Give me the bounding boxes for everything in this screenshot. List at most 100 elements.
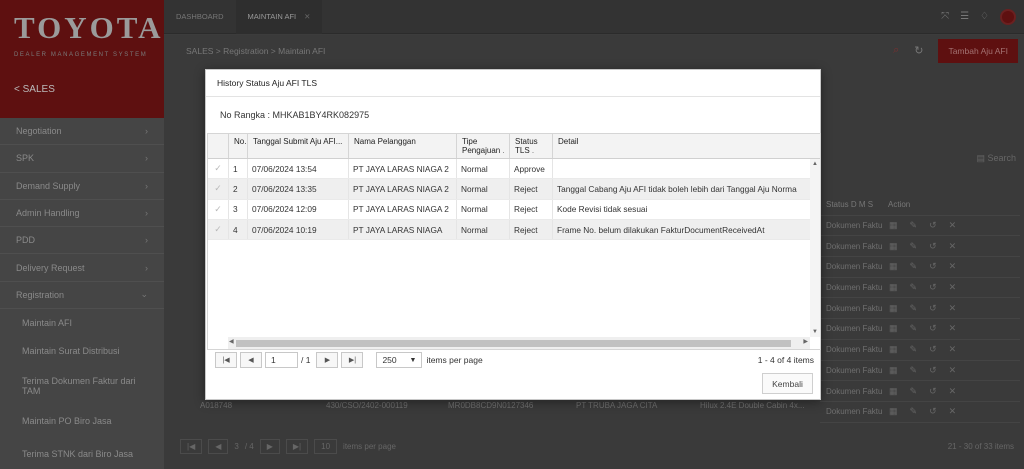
history-icon[interactable]: ↺	[929, 406, 937, 417]
sidebar-subitem-po-biro-jasa[interactable]: Maintain PO Biro Jasa	[0, 406, 164, 436]
tab-dashboard[interactable]: DASHBOARD	[164, 0, 236, 34]
calendar-icon[interactable]: ▦	[889, 220, 898, 231]
calendar-icon[interactable]: ▦	[889, 323, 898, 334]
bg-page-size[interactable]: 10	[314, 438, 338, 454]
sidebar-item-demand-supply[interactable]: Demand Supply ›	[0, 173, 164, 200]
history-icon[interactable]: ↺	[929, 261, 937, 272]
table-row[interactable]: ✓ 1 07/06/2024 13:54 PT JAYA LARAS NIAGA 2N…	[208, 159, 820, 180]
history-icon[interactable]: ↺	[929, 323, 937, 334]
edit-icon[interactable]: ✎	[910, 386, 918, 397]
table-row[interactable]: ✓ 2 07/06/2024 13:35 PT JAYA LARAS NIAGA 2N…	[208, 179, 820, 200]
menu-icon[interactable]: ☰	[960, 11, 969, 22]
scroll-left-icon[interactable]: ◀	[229, 338, 234, 345]
delete-icon[interactable]: ✕	[949, 261, 957, 272]
sidebar-item-negotiation[interactable]: Negotiation ›	[0, 118, 164, 146]
history-icon[interactable]: ↺	[929, 365, 937, 376]
row-check-icon[interactable]: ✓	[208, 159, 229, 179]
calendar-icon[interactable]: ▦	[889, 406, 898, 417]
delete-icon[interactable]: ✕	[949, 303, 957, 314]
page-number-input[interactable]: 1	[265, 352, 298, 368]
history-icon[interactable]: ↺	[929, 241, 937, 252]
last-page-button[interactable]: ▶|	[285, 438, 309, 454]
table-row[interactable]: ✓ 3 07/06/2024 12:09 PT JAYA LARAS NIAGA 2N…	[208, 199, 820, 220]
vertical-scrollbar[interactable]: ▲ ▼	[810, 159, 820, 337]
delete-icon[interactable]: ✕	[949, 282, 957, 293]
column-header-tipe[interactable]: Tipe Pengajuan .	[457, 134, 510, 158]
scroll-up-icon[interactable]: ▲	[812, 161, 818, 167]
row-check-icon[interactable]: ✓	[208, 179, 229, 199]
sidebar-subitem-terima-dokumen[interactable]: Terima Dokumen Faktur dari TAM	[0, 366, 164, 406]
sidebar-item-registration[interactable]: Registration ⌄	[0, 282, 164, 310]
add-aju-afi-button[interactable]: Tambah Aju AFI	[938, 38, 1018, 63]
calendar-icon[interactable]: ▦	[889, 303, 898, 314]
kembali-button[interactable]: Kembali	[762, 373, 813, 394]
calendar-icon[interactable]: ▦	[889, 261, 898, 272]
fullscreen-icon[interactable]: ⤧	[941, 11, 949, 22]
horizontal-scrollbar[interactable]: ◀ ▶	[228, 337, 810, 349]
column-header-tanggal[interactable]: Tanggal Submit Aju AFI...	[248, 134, 349, 158]
calendar-icon[interactable]: ▦	[889, 344, 898, 355]
column-header-detail[interactable]: Detail	[553, 134, 807, 158]
sidebar-item-pdd[interactable]: PDD ›	[0, 227, 164, 255]
column-header-nama[interactable]: Nama Pelanggan	[349, 134, 457, 158]
prev-page-button[interactable]: ◀	[240, 352, 262, 368]
history-icon[interactable]: ↺	[929, 386, 937, 397]
delete-icon[interactable]: ✕	[949, 323, 957, 334]
calendar-icon[interactable]: ▦	[889, 241, 898, 252]
sidebar-item-admin-handling[interactable]: Admin Handling ›	[0, 200, 164, 228]
column-header-no[interactable]: No.	[229, 134, 248, 158]
next-page-button[interactable]: ▶	[316, 352, 339, 368]
row-check-icon[interactable]: ✓	[208, 219, 229, 240]
page-size-select[interactable]: 250 ▼	[376, 352, 423, 368]
tab-maintain-afi[interactable]: MAINTAIN AFI ✕	[235, 0, 323, 34]
scroll-right-icon[interactable]: ▶	[803, 338, 808, 345]
delete-icon[interactable]: ✕	[949, 406, 957, 417]
last-page-button[interactable]: ▶|	[341, 352, 364, 368]
edit-icon[interactable]: ✎	[910, 406, 918, 417]
first-page-button[interactable]: |◀	[215, 352, 237, 368]
sidebar-subitem-terima-stnk[interactable]: Terima STNK dari Biro Jasa	[0, 436, 164, 469]
calendar-icon[interactable]: ▦	[889, 386, 898, 397]
select-all-header[interactable]	[208, 134, 229, 158]
delete-icon[interactable]: ✕	[949, 220, 957, 231]
delete-icon[interactable]: ✕	[949, 344, 957, 355]
edit-icon[interactable]: ✎	[910, 241, 918, 252]
search-button[interactable]: ▤ Search	[976, 153, 1016, 164]
edit-icon[interactable]: ✎	[910, 282, 918, 293]
prev-page-button[interactable]: ◀	[208, 438, 229, 454]
row-check-icon[interactable]: ✓	[208, 199, 229, 219]
history-icon[interactable]: ↺	[929, 220, 937, 231]
table-row[interactable]: ✓ 4 07/06/2024 10:19 PT JAYA LARAS NIAGA Nor…	[208, 219, 820, 241]
history-icon[interactable]: ↺	[929, 282, 937, 293]
cell-tanggal: 07/06/2024 13:35	[248, 179, 349, 199]
search-icon[interactable]: ⌕	[893, 44, 899, 57]
scroll-down-icon[interactable]: ▼	[812, 329, 818, 335]
delete-icon[interactable]: ✕	[949, 241, 957, 252]
calendar-icon[interactable]: ▦	[889, 365, 898, 376]
sidebar-subitem-maintain-afi[interactable]: Maintain AFI	[0, 309, 164, 336]
delete-icon[interactable]: ✕	[949, 386, 957, 397]
delete-icon[interactable]: ✕	[949, 365, 957, 376]
sidebar-item-delivery-request[interactable]: Delivery Request ›	[0, 254, 164, 282]
history-icon[interactable]: ↺	[929, 344, 937, 355]
bg-page-number[interactable]: 3	[234, 442, 238, 451]
avatar[interactable]	[1000, 8, 1016, 25]
edit-icon[interactable]: ✎	[910, 344, 918, 355]
edit-icon[interactable]: ✎	[910, 261, 918, 272]
edit-icon[interactable]: ✎	[910, 303, 918, 314]
sidebar-subitem-surat-distribusi[interactable]: Maintain Surat Distribusi	[0, 336, 164, 366]
scroll-thumb[interactable]	[236, 340, 791, 347]
edit-icon[interactable]: ✎	[910, 365, 918, 376]
edit-icon[interactable]: ✎	[910, 323, 918, 334]
next-page-button[interactable]: ▶	[259, 438, 280, 454]
sidebar-section-sales[interactable]: < SALES	[14, 84, 150, 95]
calendar-icon[interactable]: ▦	[889, 282, 898, 293]
column-header-status[interactable]: Status TLS .	[510, 134, 553, 158]
first-page-button[interactable]: |◀	[180, 438, 203, 454]
sidebar-item-spk[interactable]: SPK ›	[0, 145, 164, 173]
edit-icon[interactable]: ✎	[910, 220, 918, 231]
history-icon[interactable]: ↺	[929, 303, 937, 314]
close-icon[interactable]: ✕	[304, 12, 310, 21]
refresh-icon[interactable]: ↻	[914, 44, 923, 57]
bell-icon[interactable]: ♢	[980, 11, 989, 22]
